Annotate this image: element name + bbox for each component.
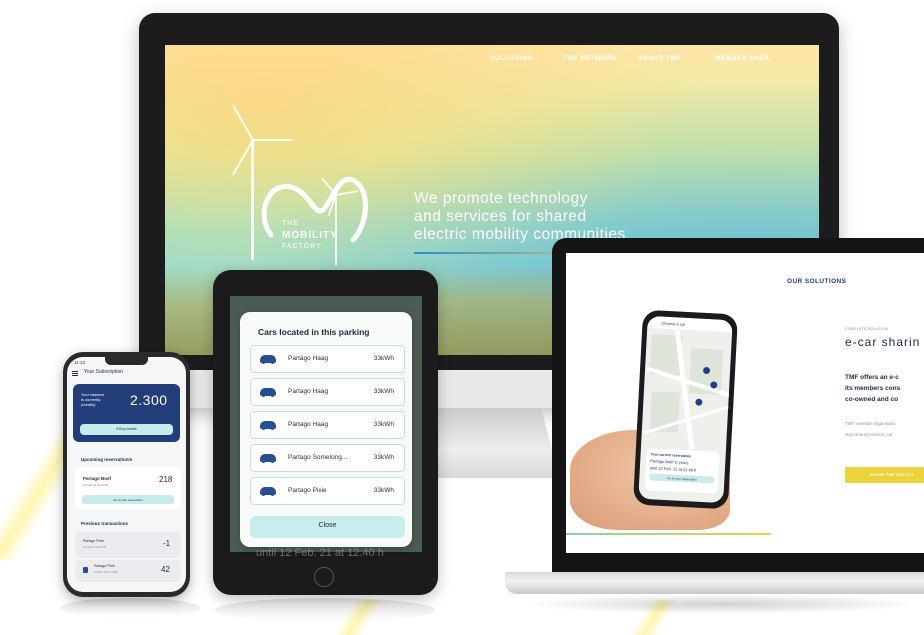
know-solution-button[interactable]: KNOW THE SOLUTI — [845, 467, 924, 483]
solution-description-line: its members cons — [845, 385, 901, 392]
previous-transactions-title: Previous transactions — [81, 521, 129, 526]
subscription-title: Your Subscription — [84, 369, 124, 375]
nav-tmf-network[interactable]: TMF NETWORK — [563, 55, 617, 62]
solution-body: TMF member organisatio start sharing ele… — [845, 418, 924, 440]
logo-text-the: THE — [282, 220, 299, 227]
car-icon — [260, 454, 276, 463]
reservation-card-text: until 12 Feb. 21 at 12:40 h — [649, 465, 697, 473]
map-pin-icon[interactable] — [695, 398, 703, 406]
choose-car-header: Choose a car — [647, 315, 733, 333]
balance-label-line: (credits) — [81, 402, 96, 407]
laptop-base — [505, 572, 924, 594]
transaction-value: 42 — [161, 565, 170, 574]
solution-description-line: TMF offers an e-c — [845, 374, 899, 381]
transaction-name: Partago Pixie — [94, 564, 115, 568]
solution-body-line: TMF member organisatio — [845, 421, 896, 426]
transaction-value: -1 — [163, 539, 171, 548]
car-list-item[interactable]: Partago Haag 33kWh — [250, 411, 405, 439]
car-name: Partago Pixie — [288, 487, 327, 494]
solution-heading: e-car sharin — [845, 335, 921, 349]
solution-description: TMF offers an e-c its members cons co-ow… — [845, 372, 924, 405]
car-icon — [83, 567, 88, 573]
nav-member-area[interactable]: MEMBER AREA — [715, 55, 769, 62]
car-power: 33kWh — [373, 454, 394, 461]
solution-description-line: co-owned and co — [845, 396, 899, 403]
solution-kicker: COMPLETE SOLUTION — [845, 327, 889, 331]
status-time: 11:13 — [74, 360, 85, 365]
nav-about-tmf[interactable]: ABOUT TMF — [638, 55, 681, 62]
laptop-phone-mockup: Choose a car Your current reservation Pa… — [632, 309, 739, 510]
transaction-date: 13 Dec 20 at 14:00 — [94, 570, 118, 574]
transaction-name: Partago Pixie — [83, 539, 104, 543]
car-power: 33kWh — [373, 388, 394, 395]
mobility-factory-logo-icon[interactable] — [253, 160, 383, 270]
car-icon — [260, 421, 276, 430]
tablet-reflection — [215, 598, 435, 622]
car-list-item[interactable]: Partago Haag 33kWh — [250, 378, 405, 406]
car-power: 33kWh — [373, 421, 394, 428]
solution-divider — [566, 533, 771, 535]
map-screen: Choose a car Your current reservation Pa… — [638, 315, 733, 504]
car-name: Partago Haag — [288, 421, 329, 428]
laptop-shadow — [520, 594, 924, 614]
close-button[interactable]: Close — [250, 516, 405, 538]
car-list-item[interactable]: Partago Haag 33kWh — [250, 345, 405, 373]
reservation-credits: 218 — [159, 475, 173, 484]
car-list-item[interactable]: Partago Somelong... 33kWh — [250, 444, 405, 472]
car-list-item[interactable]: Partago Pixie 33kWh — [250, 477, 405, 505]
current-reservation-card: Your current reservation Partago Boef is… — [644, 448, 720, 494]
reservation-date: 12 Feb 21 at 11:35 — [83, 483, 108, 487]
goto-reservation-button[interactable]: Go to your reservation — [82, 495, 174, 504]
hero-headline-line: and services for shared — [414, 208, 587, 225]
car-icon — [260, 355, 276, 364]
balance-label: Your balance is currently (credits) — [81, 392, 121, 407]
car-name: Partago Somelong... — [288, 454, 348, 461]
hero-headline-line: We promote technology — [414, 190, 588, 207]
hero-headline: We promote technology and services for s… — [414, 190, 674, 244]
phone-notch — [105, 357, 148, 365]
tablet-background-text: until 12 Feb. 21 at 12.40 h — [256, 547, 384, 559]
logo-text-mobility: MOBILITY — [282, 230, 338, 241]
buy-credits-button[interactable]: € Buy credits — [80, 424, 173, 435]
solution-body-line: start sharing electric car — [845, 432, 893, 437]
car-power: 33kWh — [373, 487, 394, 494]
menu-icon[interactable] — [72, 371, 78, 372]
subscription-header: Your Subscription — [72, 369, 182, 381]
transaction-date: 15 Jan 21 at 12:30 — [83, 545, 107, 549]
reservation-name: Partago Boef — [83, 476, 112, 481]
tablet-home-button[interactable] — [314, 567, 334, 587]
goto-reservation-button[interactable]: Go to your reservation — [649, 473, 715, 484]
logo-text-factory: FACTORY — [282, 243, 322, 250]
phone-reflection — [60, 598, 200, 618]
balance-value: 2.300 — [130, 392, 168, 408]
solutions-title: OUR SOLUTIONS — [787, 278, 847, 285]
product-mockup-stage: SOLUTIONS TMF NETWORK ABOUT TMF MEMBER A… — [0, 0, 924, 635]
car-name: Partago Haag — [288, 388, 329, 395]
car-icon — [260, 487, 276, 496]
upcoming-title: Upcoming reservation/s — [81, 457, 133, 462]
nav-solutions[interactable]: SOLUTIONS — [490, 55, 532, 62]
car-power: 33kWh — [373, 355, 394, 362]
car-icon — [260, 388, 276, 397]
modal-title: Cars located in this parking — [258, 327, 370, 337]
car-name: Partago Haag — [288, 355, 329, 362]
